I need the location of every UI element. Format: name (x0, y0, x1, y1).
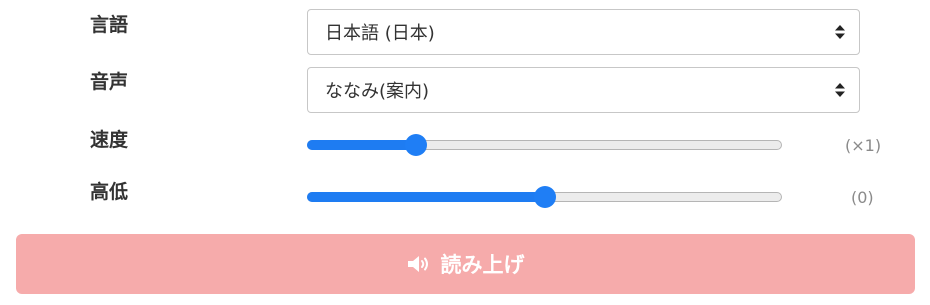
speed-slider-fill (307, 140, 417, 150)
select-arrows-icon (835, 25, 845, 39)
select-arrows-icon (835, 83, 845, 97)
speed-value: (×1) (845, 136, 882, 155)
voice-select-value: ななみ(案内) (325, 81, 430, 102)
pitch-slider-fill (307, 192, 545, 202)
language-select-value: 日本語 (日本) (325, 23, 435, 44)
speed-slider[interactable] (307, 134, 782, 156)
pitch-slider[interactable] (307, 186, 782, 208)
read-aloud-label: 読み上げ (440, 253, 525, 277)
voice-select[interactable]: ななみ(案内) (307, 67, 860, 113)
pitch-label: 高低 (90, 181, 129, 203)
language-label: 言語 (90, 14, 129, 36)
read-aloud-button[interactable]: 読み上げ (16, 234, 915, 294)
pitch-slider-thumb[interactable] (533, 186, 556, 208)
language-select[interactable]: 日本語 (日本) (307, 9, 860, 55)
voice-label: 音声 (90, 71, 129, 93)
speed-slider-thumb[interactable] (405, 134, 428, 156)
speed-label: 速度 (90, 129, 129, 151)
speaker-icon (407, 256, 428, 272)
pitch-value: (0) (851, 188, 874, 207)
